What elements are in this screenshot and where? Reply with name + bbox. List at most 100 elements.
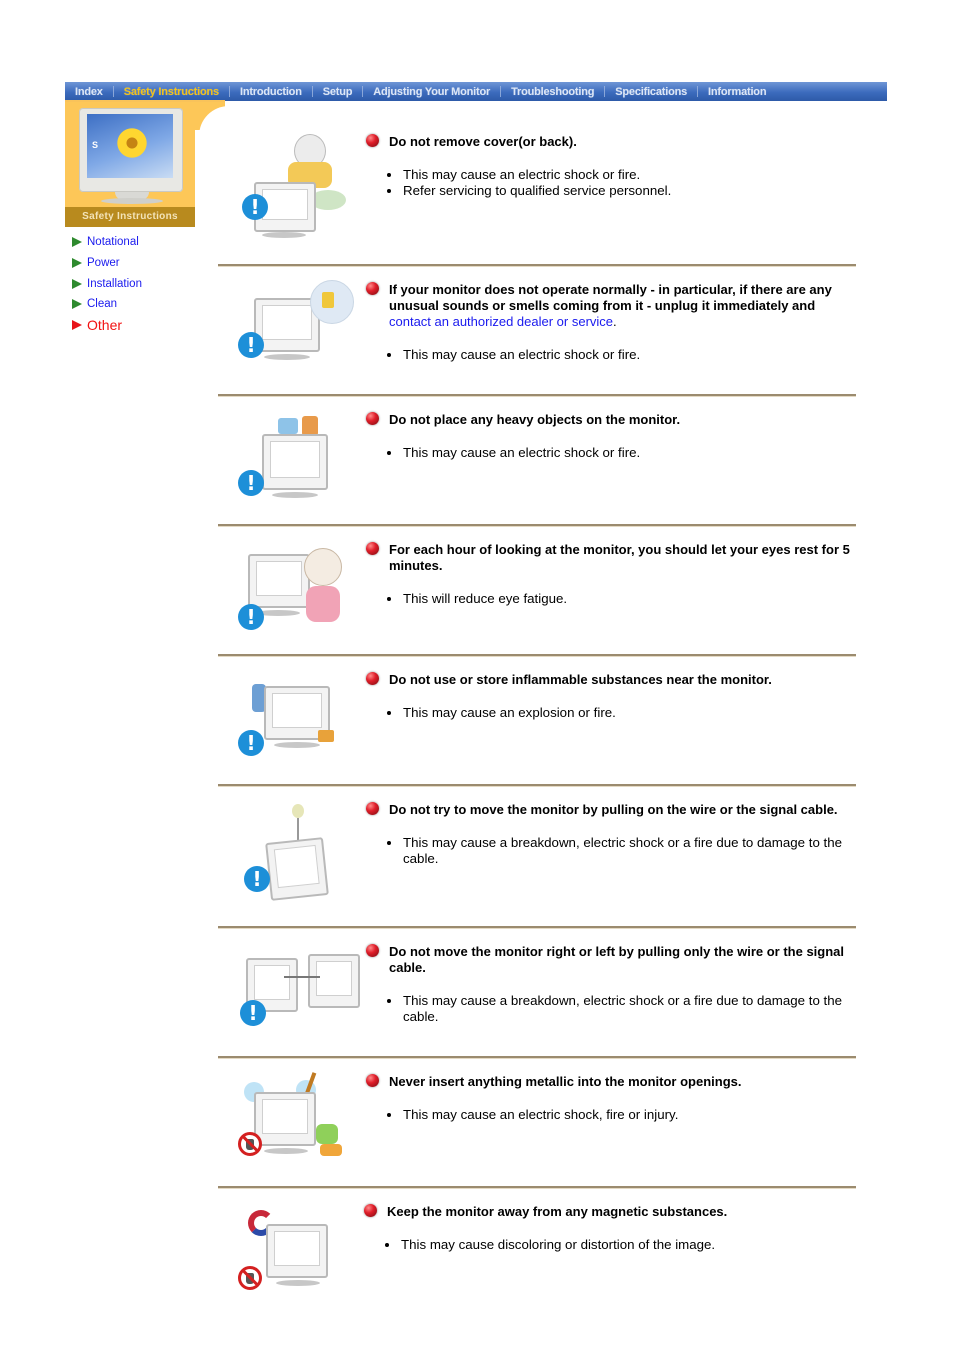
nav-introduction[interactable]: Introduction [240,86,302,98]
monitor-illustration: S [79,108,183,192]
plug-socket [322,292,334,308]
heading-text: For each hour of looking at the monitor,… [389,542,850,573]
section-heading: Do not remove cover(or back). [366,134,856,150]
red-ball-bullet-icon [366,412,379,425]
nav-separator [697,86,699,97]
consequence-item: This will reduce eye fatigue. [402,591,856,607]
monitor-base [101,198,163,204]
consequence-list: This may cause discoloring or distortion… [364,1237,854,1253]
person-body [306,586,340,622]
illustration-remove-cover: ! [224,132,354,242]
red-ball-bullet-icon [364,1204,377,1217]
flower-image [115,126,149,160]
nav-information[interactable]: Information [708,86,766,98]
person-body [316,1124,338,1144]
sidebar-item-other[interactable]: Other [72,315,142,336]
illustration-heavy-objects: ! [224,414,354,524]
contact-dealer-link[interactable]: contact an authorized dealer or service [389,314,613,329]
arrow-right-icon [72,278,82,289]
consequence-list: This may cause an electric shock or fire… [366,347,856,363]
red-ball-bullet-icon [366,944,379,957]
heading-text: Do not remove cover(or back). [389,134,577,149]
sidebar-item-notational[interactable]: Notational [72,232,142,253]
cable-drawing [284,976,320,978]
prohibited-icon [238,1132,262,1156]
sidebar-item-label: Other [87,317,123,334]
sidebar-menu: Notational Power Installation Clean Othe… [72,232,142,335]
illustration-move-by-cable: ! [224,942,360,1052]
safety-section: Never insert anything metallic into the … [218,1058,856,1188]
consequence-item: This may cause an electric shock or fire… [402,167,856,183]
flammable-object [318,730,334,742]
nav-setup[interactable]: Setup [323,86,353,98]
monitor-screen: S [87,114,173,178]
section-text: Do not use or store inflammable substanc… [366,672,856,721]
heading-text: Do not move the monitor right or left by… [389,944,845,975]
consequence-item: This may cause a breakdown, electric sho… [402,835,856,867]
hand-icon [246,1139,254,1150]
section-text: Keep the monitor away from any magnetic … [364,1204,854,1253]
sidebar-item-label: Notational [87,236,139,249]
heading-text: Keep the monitor away from any magnetic … [387,1204,728,1219]
safety-content: ! Do not remove cover(or back). This may… [218,102,856,1316]
monitor-base-drawing [264,1148,308,1154]
nav-safety-instructions[interactable]: Safety Instructions [124,86,219,98]
illustration-magnetic [224,1204,354,1314]
consequence-list: This may cause a breakdown, electric sho… [366,993,856,1025]
sidebar-item-installation[interactable]: Installation [72,273,142,294]
consequence-list: This may cause a breakdown, electric sho… [366,835,856,867]
sidebar-item-power[interactable]: Power [72,253,142,274]
nav-index[interactable]: Index [75,86,103,98]
heading-text: Do not try to move the monitor by pullin… [389,802,838,817]
monitor-drawing [254,1092,316,1146]
section-heading: Do not place any heavy objects on the mo… [366,412,856,428]
monitor-drawing [248,554,310,608]
sidebar-item-clean[interactable]: Clean [72,294,142,315]
heading-text-main: If your monitor does not operate normall… [389,282,832,313]
monitor-base-drawing [262,232,306,238]
section-heading: Never insert anything metallic into the … [366,1074,856,1090]
arrow-right-icon [72,258,82,269]
consequence-item: This may cause an electric shock or fire… [402,347,856,363]
warning-icon: ! [238,730,264,756]
monitor-base-drawing [264,354,310,360]
section-heading: Do not move the monitor right or left by… [366,944,856,976]
safety-section: ! For each hour of looking at the monito… [218,526,856,656]
nav-troubleshooting[interactable]: Troubleshooting [511,86,594,98]
sidebar-item-label: Installation [87,277,142,290]
hand-icon [246,1273,254,1284]
heading-text: Never insert anything metallic into the … [389,1074,742,1089]
consequence-list: This may cause an electric shock or fire… [366,445,856,461]
nav-adjusting-your-monitor[interactable]: Adjusting Your Monitor [373,86,490,98]
heading-text: If your monitor does not operate normall… [389,282,856,330]
monitor-drawing [266,1224,328,1278]
consequence-item: This may cause an explosion or fire. [402,705,856,721]
top-nav-bar: Index Safety Instructions Introduction S… [65,82,887,101]
monitor-logo-letter: S [92,140,99,150]
consequence-item: This may cause an electric shock or fire… [402,445,856,461]
nav-specifications[interactable]: Specifications [615,86,687,98]
safety-section: ! Do not place any heavy objects on the … [218,396,856,526]
nav-separator [362,86,364,97]
section-text: For each hour of looking at the monitor,… [366,542,856,607]
consequence-item: This may cause a breakdown, electric sho… [402,993,856,1025]
section-heading: If your monitor does not operate normall… [366,282,856,330]
consequence-item: This may cause an electric shock, fire o… [402,1107,856,1123]
red-ball-bullet-icon [366,1074,379,1087]
safety-section: Keep the monitor away from any magnetic … [218,1188,856,1316]
section-text: Do not try to move the monitor by pullin… [366,802,856,867]
safety-section: ! Do not remove cover(or back). This may… [218,102,856,266]
sidebar-item-label: Clean [87,298,118,311]
warning-icon: ! [242,194,268,220]
consequence-list: This may cause an explosion or fire. [366,705,856,721]
nav-separator [112,86,114,97]
safety-section: ! If your monitor does not operate norma… [218,266,856,396]
heading-suffix: . [613,314,617,329]
red-ball-bullet-icon [366,672,379,685]
section-text: If your monitor does not operate normall… [366,282,856,363]
illustration-eye-rest: ! [224,542,354,652]
heading-text: Do not place any heavy objects on the mo… [389,412,681,427]
warning-icon: ! [238,332,264,358]
nav-separator [604,86,606,97]
section-heading: Do not try to move the monitor by pullin… [366,802,856,818]
